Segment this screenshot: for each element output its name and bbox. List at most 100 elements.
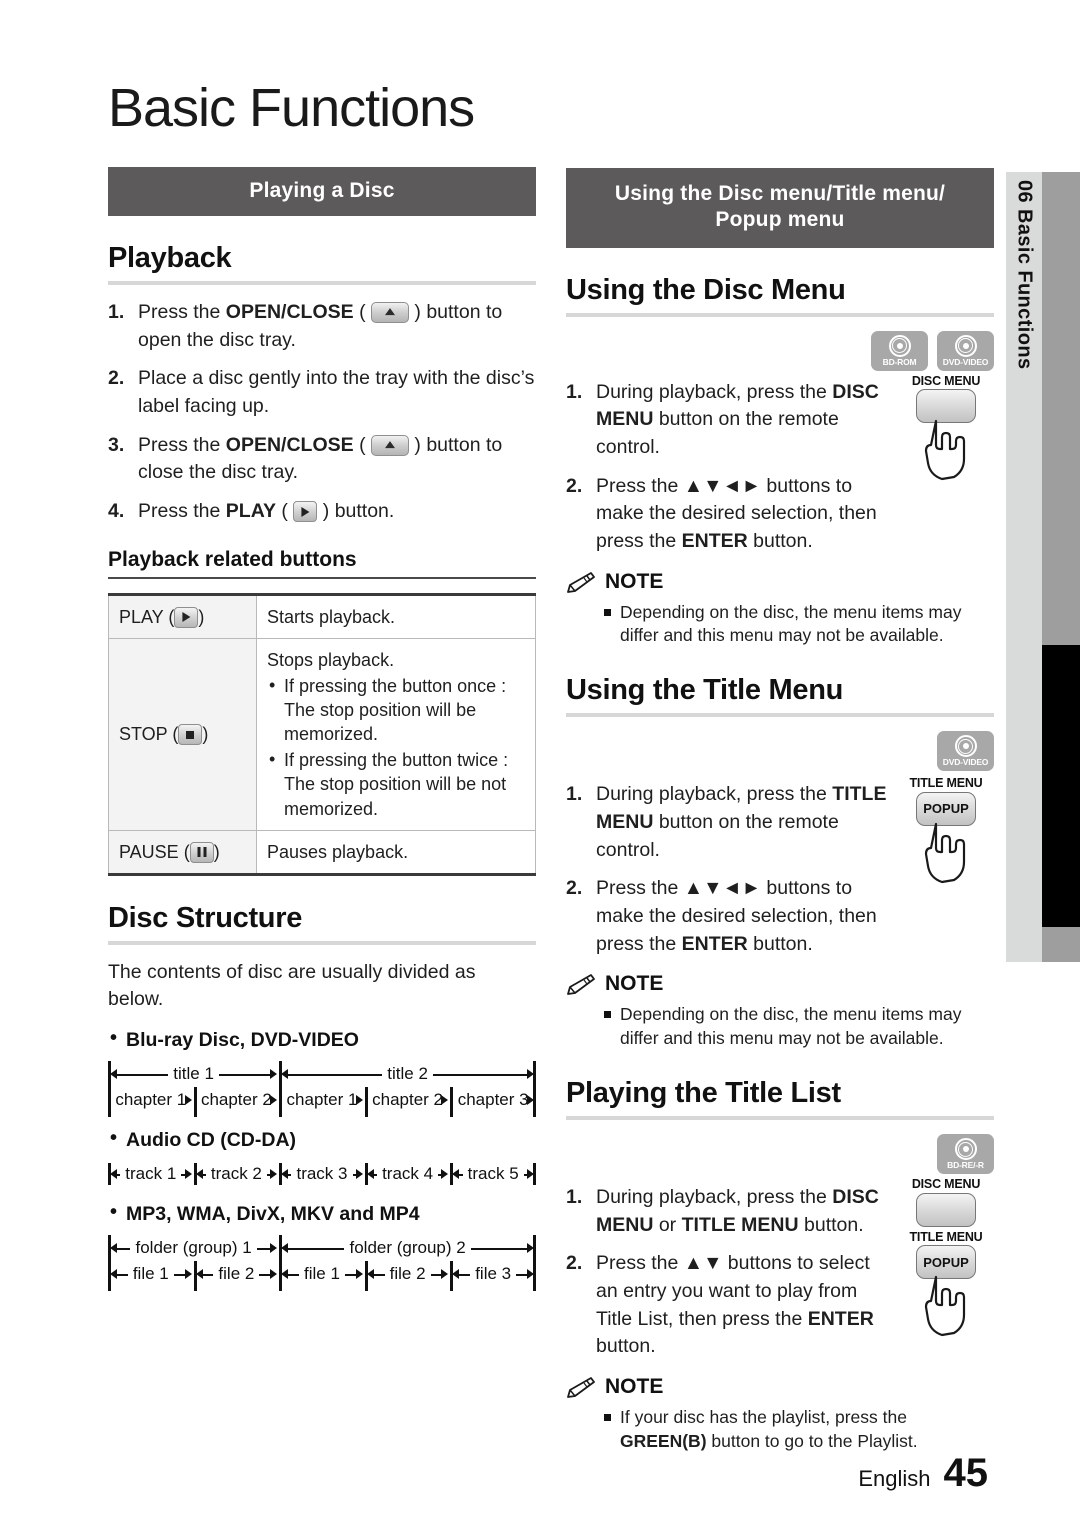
segment-label: track 1 <box>120 1164 182 1185</box>
media-badges: BD-RE/-R <box>566 1133 994 1174</box>
list-item: 2. Press the ▲▼ buttons to select an ent… <box>566 1250 890 1361</box>
step-text: Press the ▲▼◄► buttons to make the desir… <box>596 877 877 955</box>
key-label: TITLE MENU <box>909 1229 983 1244</box>
bd-rom-badge: BD-ROM <box>871 330 928 371</box>
segment-label: track 4 <box>377 1164 439 1185</box>
step-number: 2. <box>566 474 583 497</box>
key-label: TITLE MENU <box>909 776 983 791</box>
dvd-video-badge: DVD-VIDEO <box>937 731 994 772</box>
diagram-divider <box>450 1261 454 1292</box>
note-list: Depending on the disc, the menu items ma… <box>566 601 994 649</box>
segment-label: chapter 1 <box>281 1090 363 1111</box>
step-text: During playback, press the DISC MENU or … <box>596 1185 879 1236</box>
disc-structure-intro: The contents of disc are usually divided… <box>108 960 476 1011</box>
diagram-divider <box>364 1087 368 1118</box>
segment-label: file 3 <box>470 1264 517 1285</box>
section-banner-disc-title-popup-menu: Using the Disc menu/Title menu/ Popup me… <box>566 168 994 248</box>
side-tab-marker <box>1042 645 1080 927</box>
table-cell-desc: Pauses playback. <box>256 829 536 876</box>
step-text: Press the PLAY ( ) button. <box>138 500 395 523</box>
stop-button-icon <box>178 724 203 746</box>
list-item: 2. Place a disc gently into the tray wit… <box>108 365 536 420</box>
segment-label: track 3 <box>291 1164 353 1185</box>
section-body: DISC MENU 1. During playback, press the … <box>566 374 994 556</box>
manual-page: 06 Basic Functions Basic Functions Playi… <box>0 0 1080 1532</box>
diagram-segment: folder (group) 2 <box>279 1235 536 1261</box>
diagram-row-tracks: track 1 track 2 track 3 track 4 track 5 <box>108 1161 536 1187</box>
diagram-mp3-structure: folder (group) 1 folder (group) 2 file 1… <box>108 1235 536 1292</box>
chapter-side-tab: 06 Basic Functions <box>1006 172 1042 962</box>
step-number: 2. <box>566 877 583 900</box>
diagram-audio-cd-structure: track 1 track 2 track 3 track 4 track 5 <box>108 1161 536 1187</box>
step-number: 1. <box>566 783 583 806</box>
remote-key-illustration: TITLE MENU POPUP <box>898 776 994 884</box>
badge-label: BD-ROM <box>882 356 917 367</box>
heading-rule <box>108 280 536 285</box>
list-item: If pressing the button once : The stop p… <box>267 673 525 746</box>
desc-text: Pauses playback. <box>267 841 409 862</box>
list-item: 1. Press the OPEN/CLOSE ( ) button to op… <box>108 299 536 354</box>
list-item: 1. During playback, press the TITLE MENU… <box>566 781 890 864</box>
heading-rule <box>566 1115 994 1120</box>
disc-icon <box>888 334 911 357</box>
bullet-mp3-wma-divx: MP3, WMA, DivX, MKV and MP4 <box>108 1201 536 1226</box>
segment-label: file 2 <box>213 1264 260 1285</box>
key-label: STOP <box>119 724 168 745</box>
disc-icon <box>954 1138 977 1161</box>
media-badges: BD-ROM DVD-VIDEO <box>566 330 994 371</box>
note-title: NOTE <box>605 569 664 593</box>
table-row: STOP () Stops playback. If pressing the … <box>108 637 536 831</box>
playback-buttons-table: PLAY () Starts playback. STOP () Stops p… <box>108 592 536 876</box>
section-body: TITLE MENU POPUP 1. During playback, pre… <box>566 776 994 958</box>
heading-rule <box>566 713 994 718</box>
diagram-segment: file 2 <box>194 1261 280 1287</box>
pencil-icon <box>567 1377 595 1398</box>
footer-language: English <box>858 1466 931 1491</box>
diagram-divider <box>108 1235 111 1292</box>
diagram-segment: track 2 <box>194 1161 280 1187</box>
list-item: 2. Press the ▲▼◄► buttons to make the de… <box>566 473 890 556</box>
section-body: DISC MENU TITLE MENU POPUP 1. During pla… <box>566 1177 994 1361</box>
heading-rule <box>566 312 994 317</box>
table-cell-key: PAUSE () <box>108 829 257 876</box>
right-column: Using the Disc menu/Title menu/ Popup me… <box>566 168 994 1457</box>
bullet-audio-cd: Audio CD (CD-DA) <box>108 1127 536 1152</box>
diagram-segment: file 1 <box>279 1261 365 1287</box>
heading-playing-the-title-list: Playing the Title List <box>566 1076 841 1109</box>
left-column: Basic Functions Playing a Disc Playback … <box>108 80 536 1292</box>
list-item: Depending on the disc, the menu items ma… <box>604 601 994 649</box>
diagram-segment: track 5 <box>450 1161 536 1187</box>
heading-using-the-title-menu: Using the Title Menu <box>566 674 844 707</box>
diagram-row-files: file 1 file 2 file 1 file 2 file 3 <box>108 1261 536 1287</box>
step-number: 4. <box>108 500 125 523</box>
play-button-icon <box>293 501 318 523</box>
diagram-segment: chapter 2 <box>194 1087 280 1113</box>
pointing-hand-icon <box>924 1276 966 1337</box>
diagram-divider <box>279 1061 283 1118</box>
disc-icon <box>954 735 977 758</box>
badge-label: BD-RE/-R <box>947 1160 984 1171</box>
banner-line-1: Using the Disc menu/Title menu/ <box>614 182 946 205</box>
diagram-divider <box>193 1163 197 1186</box>
diagram-segment: track 3 <box>279 1161 365 1187</box>
table-cell-key: PLAY () <box>108 592 257 639</box>
section-banner-playing-a-disc: Playing a Disc <box>108 166 536 216</box>
step-text: Press the ▲▼◄► buttons to make the desir… <box>596 474 877 552</box>
list-item: If your disc has the playlist, press the… <box>604 1406 994 1454</box>
diagram-segment: file 1 <box>108 1261 194 1287</box>
play-button-icon <box>174 606 199 628</box>
step-text: During playback, press the TITLE MENU bu… <box>596 783 887 861</box>
diagram-segment: chapter 1 <box>108 1087 194 1113</box>
diagram-segment: folder (group) 1 <box>108 1235 279 1261</box>
disc-menu-key-icon <box>916 389 976 424</box>
step-text: Place a disc gently into the tray with t… <box>138 367 535 417</box>
heading-disc-structure: Disc Structure <box>108 901 303 934</box>
diagram-segment: title 1 <box>108 1061 279 1087</box>
list-item: If pressing the button twice : The stop … <box>267 747 525 820</box>
diagram-divider <box>364 1163 368 1186</box>
diagram-divider <box>364 1261 368 1292</box>
step-number: 1. <box>566 380 583 403</box>
step-text: Press the OPEN/CLOSE ( ) button to close… <box>138 433 503 484</box>
dvd-video-badge: DVD-VIDEO <box>937 330 994 371</box>
table-cell-desc: Stops playback. If pressing the button o… <box>256 637 536 831</box>
